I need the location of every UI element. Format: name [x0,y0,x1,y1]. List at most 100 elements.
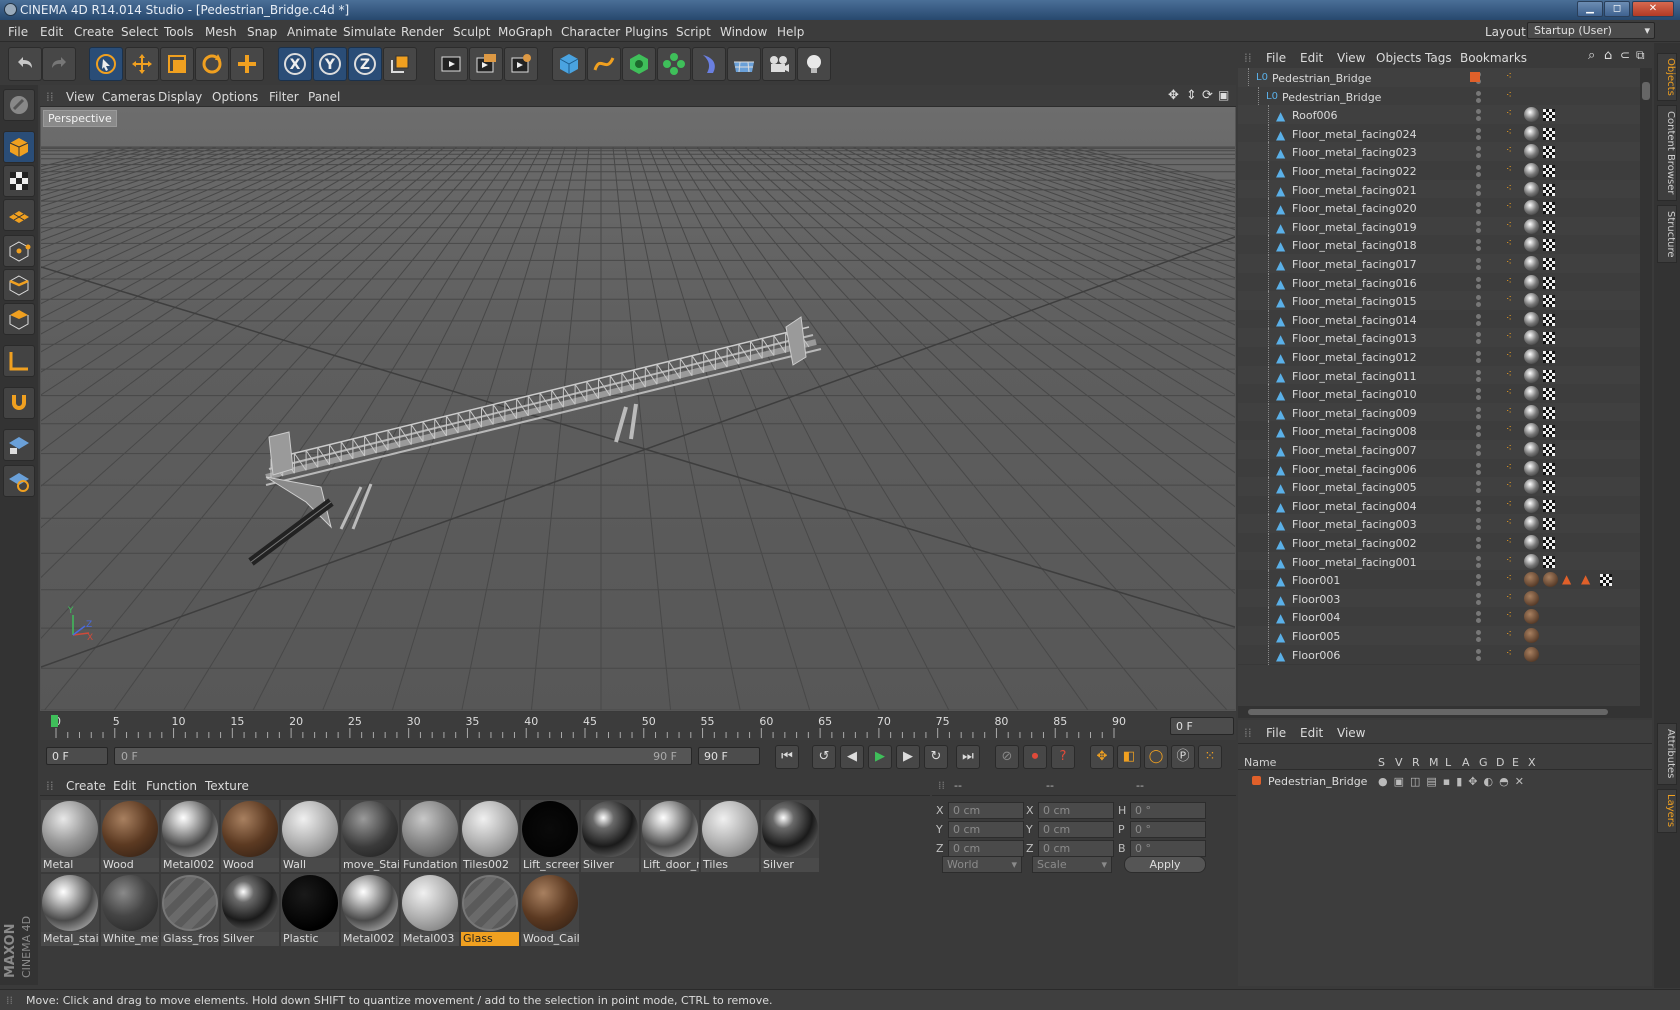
minimize-button[interactable]: ▁ [1577,1,1603,17]
object-row[interactable]: ▲ Floor_metal_facing007 ⁖ [1238,440,1640,460]
key-scale-button[interactable]: ◧ [1117,745,1141,769]
keyframe-selection-button[interactable]: ⊘ [995,745,1019,769]
texture-tag-icon[interactable] [1543,165,1555,177]
menu-render[interactable]: Render [401,25,444,39]
object-row[interactable]: ▲ Floor_metal_facing010 ⁖ [1238,384,1640,405]
editor-visibility-dot[interactable] [1476,165,1481,170]
previous-key-button[interactable]: ↺ [812,745,836,769]
material-tag-icon[interactable] [1524,553,1539,569]
material-swatch[interactable]: Silver [581,800,639,874]
object-row[interactable]: L0 Pedestrian_Bridge ⁖ [1238,86,1640,107]
menu-help[interactable]: Help [777,25,804,39]
phong-tag-icon[interactable]: ⁖ [1506,183,1512,194]
model-mode-button[interactable] [3,131,35,163]
menu-simulate[interactable]: Simulate [343,25,396,39]
object-name[interactable]: Floor_metal_facing017 [1292,258,1417,271]
texture-tag-icon[interactable] [1543,202,1555,215]
material-tag-icon[interactable] [1524,609,1539,625]
object-name[interactable]: Floor_metal_facing009 [1292,407,1417,420]
object-row[interactable]: ▲ Floor005 ⁖ [1238,626,1640,646]
editor-visibility-dot[interactable] [1476,313,1481,319]
material-tag-icon[interactable] [1524,367,1539,383]
texture-tag-icon[interactable] [1543,425,1555,438]
object-name[interactable]: Floor_metal_facing020 [1292,202,1417,215]
layer-column-header[interactable]: E [1512,756,1519,769]
render-visibility-dot[interactable] [1476,655,1481,661]
texture-tag-icon[interactable] [1600,574,1612,587]
render-visibility-dot[interactable] [1476,413,1481,419]
material-tag-icon[interactable] [1524,218,1539,234]
axis-mode-button[interactable] [3,345,35,377]
vp-menu-view[interactable]: View [66,90,94,104]
coord-value-field[interactable]: 0 ° [1130,802,1206,819]
link-icon[interactable]: ⊂ [1620,48,1630,62]
render-visibility-dot[interactable] [1476,488,1481,494]
spline-button[interactable] [587,47,621,81]
material-swatch[interactable]: Metal_stair [41,874,99,948]
editor-visibility-dot[interactable] [1476,481,1481,487]
object-row[interactable]: ▲ Floor_metal_facing014 ⁖ [1238,309,1640,330]
object-row[interactable]: ▲ Floor_metal_facing015 ⁖ [1238,291,1640,312]
editor-visibility-dot[interactable] [1476,220,1481,226]
object-name[interactable]: Floor_metal_facing003 [1292,518,1417,531]
editor-visibility-dot[interactable] [1476,109,1481,115]
object-row[interactable]: ▲ Floor_metal_facing016 ⁖ [1238,272,1640,293]
go-to-end-button[interactable]: ⏭ [956,745,980,769]
material-tag-icon[interactable] [1524,163,1539,178]
material-swatch[interactable]: Metal [41,800,99,874]
add-tool-button[interactable] [230,47,264,81]
object-name[interactable]: Floor_metal_facing010 [1292,388,1417,401]
vp-menu-options[interactable]: Options [212,90,258,104]
hscrollbar-thumb[interactable] [1248,709,1608,715]
texture-tag-icon[interactable] [1543,109,1555,122]
layer-column-header[interactable]: L [1445,756,1451,769]
material-tag-icon[interactable] [1524,256,1539,271]
tab-attributes[interactable]: Attributes [1657,723,1677,785]
material-swatch[interactable]: Metal002 [341,874,399,948]
object-name[interactable]: Floor_metal_facing014 [1292,314,1417,327]
vp-menu-display[interactable]: Display [158,90,202,104]
phong-tag-icon[interactable]: ⁖ [1506,90,1512,101]
menu-mesh[interactable]: Mesh [205,25,237,39]
tab-objects[interactable]: Objects [1657,53,1677,101]
object-row[interactable]: ▲ Floor004 ⁖ [1238,607,1640,628]
texture-tag-icon[interactable] [1543,258,1555,270]
material-swatch[interactable]: Tiles002 [461,800,519,874]
material-swatch[interactable]: Silver [221,874,279,948]
editor-visibility-dot[interactable] [1476,90,1481,96]
redo-button[interactable] [42,47,76,81]
object-row[interactable]: ▲ Floor_metal_facing024 ⁖ [1238,123,1640,144]
object-row[interactable]: ▲ Floor_metal_facing008 ⁖ [1238,421,1640,442]
editor-visibility-dot[interactable] [1476,127,1481,133]
search-icon[interactable]: ⌕ [1588,48,1595,63]
object-name[interactable]: Pedestrian_Bridge [1282,91,1381,104]
phong-tag-icon[interactable]: ⁖ [1506,443,1512,454]
phong-tag-icon[interactable]: ⁖ [1506,238,1512,249]
texture-tag-icon[interactable] [1543,499,1555,512]
menu-script[interactable]: Script [676,25,711,39]
menu-mograph[interactable]: MoGraph [498,25,553,39]
object-row[interactable]: ▲ Floor_metal_facing002 ⁖ [1238,533,1640,553]
material-tag-icon[interactable] [1524,293,1539,309]
layer-color-tag[interactable] [1470,72,1480,82]
home-icon[interactable]: ⌂ [1604,48,1612,63]
vp-menu-cameras[interactable]: Cameras [102,90,155,104]
object-name[interactable]: Floor001 [1292,574,1340,587]
material-swatch[interactable]: Glass [461,874,519,948]
warning-triangle-icon[interactable]: ▲ [1562,572,1571,586]
render-visibility-dot[interactable] [1476,190,1481,196]
material-tag-icon[interactable] [1524,460,1539,476]
material-swatch[interactable]: Metal003 [401,874,459,948]
editor-visibility-dot[interactable] [1476,202,1481,208]
tab-layers[interactable]: Layers [1657,789,1677,833]
current-frame-field[interactable]: 0 F [1170,717,1234,735]
pan-view-icon[interactable]: ✥ [1168,88,1179,103]
render-settings-button[interactable] [504,47,538,81]
material-tag-icon[interactable] [1524,144,1539,160]
editor-visibility-dot[interactable] [1476,388,1481,394]
layer-column-header[interactable]: Name [1244,756,1276,769]
menu-edit[interactable]: Edit [40,25,63,39]
mat-menu-texture[interactable]: Texture [205,779,249,793]
editor-visibility-dot[interactable] [1476,332,1481,338]
phong-tag-icon[interactable]: ⁖ [1506,276,1512,287]
